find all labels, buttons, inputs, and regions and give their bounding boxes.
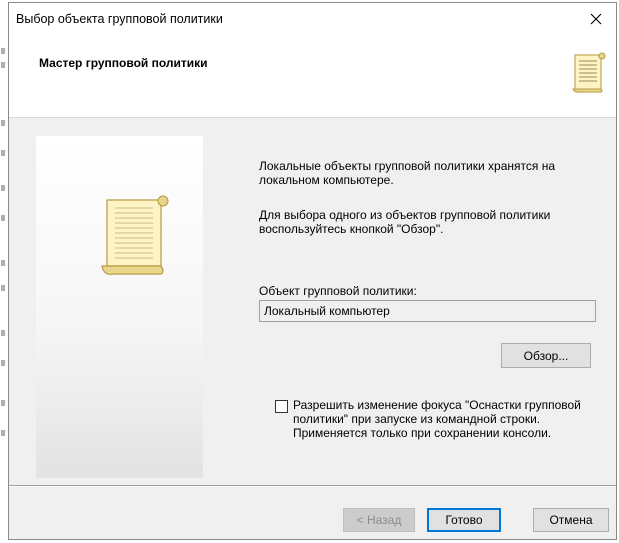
- wizard-header: Мастер групповой политики: [9, 35, 616, 118]
- info-text-storage: Локальные объекты групповой политики хра…: [259, 159, 556, 187]
- title-bar: Выбор объекта групповой политики: [9, 3, 616, 35]
- allow-focus-change-label[interactable]: Разрешить изменение фокуса "Оснастки гру…: [293, 398, 613, 440]
- window-title: Выбор объекта групповой политики: [16, 12, 223, 26]
- close-button[interactable]: [576, 3, 616, 35]
- wizard-title: Мастер групповой политики: [39, 56, 208, 70]
- allow-focus-change-checkbox[interactable]: [275, 400, 288, 413]
- scroll-icon: [101, 195, 169, 275]
- info-text-browse: Для выбора одного из объектов групповой …: [259, 208, 551, 236]
- side-panel: [36, 136, 203, 478]
- scroll-icon: [572, 52, 606, 93]
- footer-separator-highlight: [9, 486, 616, 487]
- finish-button[interactable]: Готово: [427, 508, 501, 532]
- gpo-selection-dialog: Выбор объекта групповой политики Мастер …: [8, 2, 617, 540]
- gpo-object-label: Объект групповой политики:: [259, 284, 417, 298]
- close-icon: [590, 13, 602, 25]
- wizard-content: Локальные объекты групповой политики хра…: [9, 118, 616, 485]
- back-button[interactable]: < Назад: [343, 508, 415, 532]
- browse-button[interactable]: Обзор...: [501, 343, 591, 368]
- gpo-object-field: Локальный компьютер: [259, 300, 596, 322]
- cancel-button[interactable]: Отмена: [533, 508, 609, 532]
